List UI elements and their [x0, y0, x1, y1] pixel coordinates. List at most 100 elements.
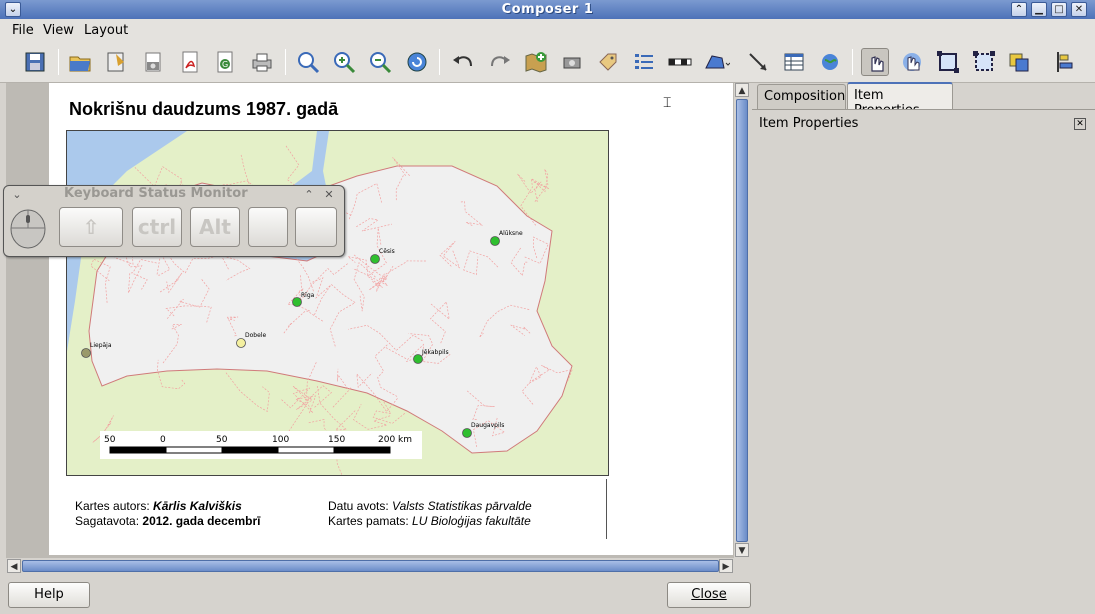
alt-key: Alt: [190, 207, 240, 247]
horizontal-scroll-thumb[interactable]: [22, 560, 719, 572]
city-marker: [81, 348, 91, 358]
close-icon[interactable]: ✕: [322, 188, 336, 202]
scroll-right-icon[interactable]: ▶: [719, 559, 733, 573]
source-label: Datu avots:: [328, 499, 393, 513]
scalebar-segment: [109, 446, 167, 454]
modifier-key-blank-2: [295, 207, 337, 247]
map-canvas: Alūksne Cēsis Rīga Dobele Liepāja Jēkabpils Da…: [67, 131, 608, 475]
chevron-down-icon[interactable]: ⌄: [10, 188, 24, 202]
scalebar-label: 50: [216, 435, 228, 445]
toolbar: G: [0, 41, 1095, 83]
item-properties-header: Item Properties: [759, 116, 859, 131]
city-label: Alūksne: [499, 230, 523, 237]
add-html-icon[interactable]: [816, 48, 844, 76]
undo-icon[interactable]: [449, 48, 477, 76]
zoom-full-icon[interactable]: [294, 48, 322, 76]
keyboard-monitor-title: Keyboard Status Monitor: [64, 186, 248, 201]
add-map-icon[interactable]: [522, 48, 550, 76]
credits-right[interactable]: Datu avots: Valsts Statistikas pārvalde …: [328, 499, 532, 529]
source-value: Valsts Statistikas pārvalde: [392, 499, 532, 513]
raise-lower-icon[interactable]: [1006, 48, 1034, 76]
move-content-icon[interactable]: [898, 48, 926, 76]
scalebar-label: 200 km: [378, 435, 412, 445]
close-button[interactable]: Close: [667, 582, 751, 608]
city-marker: [370, 254, 380, 264]
open-template-icon[interactable]: [66, 48, 94, 76]
scroll-up-icon[interactable]: ▲: [735, 83, 749, 97]
chevron-up-icon[interactable]: ⌃: [302, 188, 316, 202]
zoom-in-icon[interactable]: [330, 48, 358, 76]
save-icon[interactable]: [21, 48, 49, 76]
close-dock-icon[interactable]: ✕: [1074, 118, 1086, 130]
maximize-icon[interactable]: □: [1051, 2, 1067, 17]
basemap-label: Kartes pamats:: [328, 514, 413, 528]
menu-layout[interactable]: Layout: [84, 23, 128, 38]
scalebar-segment: [221, 446, 279, 454]
city-label: Dobele: [245, 332, 266, 339]
zoom-out-icon[interactable]: [366, 48, 394, 76]
print-icon[interactable]: [248, 48, 276, 76]
add-label-icon[interactable]: [594, 48, 622, 76]
map-item[interactable]: Alūksne Cēsis Rīga Dobele Liepāja Jēkabpils Da…: [66, 130, 609, 476]
add-arrow-icon[interactable]: [744, 48, 772, 76]
save-template-icon[interactable]: [102, 48, 130, 76]
menu-view[interactable]: View: [43, 23, 74, 38]
composer-canvas[interactable]: Nokrišnu daudzums 1987. gadā Alūksne Cēsi…: [6, 83, 734, 558]
tab-composition[interactable]: Composition: [757, 84, 846, 109]
scroll-down-icon[interactable]: ▼: [735, 543, 749, 557]
scalebar-segment: [277, 446, 335, 454]
ungroup-icon[interactable]: [970, 48, 998, 76]
shade-icon[interactable]: ⌃: [1011, 2, 1027, 17]
mouse-icon: [8, 207, 48, 249]
add-shape-icon[interactable]: [702, 48, 731, 76]
vertical-scroll-thumb[interactable]: [736, 99, 748, 542]
add-table-icon[interactable]: [780, 48, 808, 76]
layout-page[interactable]: Nokrišnu daudzums 1987. gadā Alūksne Cēsi…: [49, 83, 733, 555]
scalebar-segment: [165, 446, 223, 454]
city-marker: [490, 236, 500, 246]
menu-file[interactable]: File: [12, 23, 34, 38]
city-label: Cēsis: [379, 248, 395, 255]
select-move-icon[interactable]: [861, 48, 889, 76]
shift-key-icon: ⇧: [59, 207, 123, 247]
city-label: Rīga: [301, 292, 315, 299]
scroll-left-icon[interactable]: ◀: [7, 559, 21, 573]
refresh-icon[interactable]: [403, 48, 431, 76]
add-image-icon[interactable]: [558, 48, 586, 76]
window-titlebar[interactable]: ⌄ Composer 1 ⌃ ▁ □ ✕: [0, 0, 1095, 19]
prepared-label: Sagatavota:: [75, 514, 143, 528]
export-svg-icon[interactable]: G: [211, 48, 239, 76]
help-button[interactable]: Help: [8, 582, 90, 608]
export-image-icon[interactable]: [139, 48, 167, 76]
scalebar-label: 50: [104, 435, 116, 445]
scalebar-graphic: 50 0 50 100 150 200 km: [104, 435, 412, 454]
horizontal-scrollbar[interactable]: ◀ ▶: [6, 558, 734, 574]
redo-icon[interactable]: [486, 48, 514, 76]
add-scalebar-icon[interactable]: [666, 48, 694, 76]
tab-item-properties[interactable]: Item Properties: [847, 82, 953, 118]
window-title: Composer 1: [501, 2, 594, 17]
keyboard-status-monitor[interactable]: ⌄ Keyboard Status Monitor ⌃ ✕ ⇧ ctrl Alt: [3, 185, 345, 257]
city-marker: [462, 428, 472, 438]
frame-divider: [606, 479, 607, 539]
export-pdf-icon[interactable]: [176, 48, 204, 76]
add-legend-icon[interactable]: [630, 48, 658, 76]
close-window-icon[interactable]: ✕: [1071, 2, 1087, 17]
basemap-value: LU Bioloģijas fakultāte: [412, 514, 531, 528]
author-label: Kartes autors:: [75, 499, 154, 513]
scalebar-label: 150: [328, 435, 345, 445]
group-icon[interactable]: [934, 48, 962, 76]
credits-left[interactable]: Kartes autors: Kārlis Kalviškis Sagatavo…: [75, 499, 260, 529]
mouse-cursor-icon: ⌶: [663, 95, 672, 111]
vertical-scrollbar[interactable]: ▲ ▼: [734, 83, 750, 558]
city-label: Daugavpils: [471, 422, 504, 429]
menu-bar: File View Layout: [0, 19, 1095, 41]
city-marker: [236, 338, 246, 348]
scalebar-label: 0: [160, 435, 166, 445]
minimize-icon[interactable]: ▁: [1031, 2, 1047, 17]
layout-title-label[interactable]: Nokrišnu daudzums 1987. gadā: [69, 99, 338, 120]
modifier-key-blank: [248, 207, 288, 247]
scalebar[interactable]: 50 0 50 100 150 200 km: [100, 431, 422, 459]
align-icon[interactable]: [1052, 48, 1080, 76]
svg-text:G: G: [222, 60, 228, 69]
